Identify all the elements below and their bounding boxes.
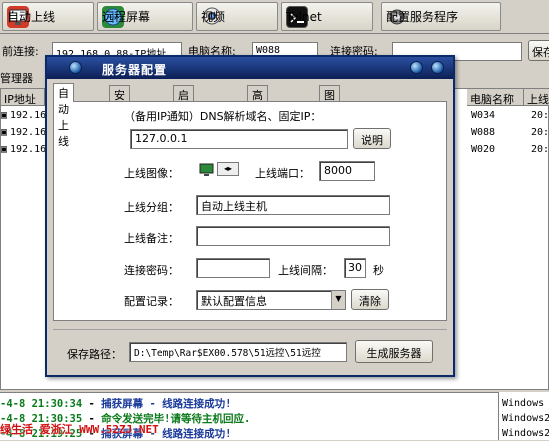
current-connection-label: 前连接: <box>2 45 39 58</box>
watermark: 绿生活 爱浙江 WWW.52ZJ.NET <box>0 423 159 436</box>
save-path-label: 保存路径： <box>67 348 122 361</box>
row-icon: ▣ <box>1 110 8 121</box>
row-icon: ▣ <box>1 127 8 138</box>
log-line: -4-8 21:30:34 - 捕获屏幕 - 线路连接成功! <box>0 398 232 410</box>
config-record-select[interactable]: 默认配置信息 ▼ <box>196 290 346 310</box>
dialog-footer: 保存路径： D:\Temp\Rar$EX00.578\51远控\51远控 生成服… <box>53 329 447 369</box>
dns-notice-label: （备用IP通知）DNS解析域名、固定IP： <box>124 110 322 123</box>
auto-online-button[interactable]: 自动上线 <box>2 2 94 31</box>
tab-startup[interactable]: 启动项目 <box>173 85 194 150</box>
remark-input[interactable] <box>196 226 390 246</box>
interval-unit: 秒 <box>373 264 384 277</box>
main-toolbar: 自动上线 远程屏幕 视频 Telnet 配置服务程序 <box>0 0 549 34</box>
remark-label: 上线备注： <box>124 232 179 245</box>
os-list: Windows X Windows20 Windows20 <box>498 392 549 440</box>
group-input[interactable]: 自动上线主机 <box>196 195 390 215</box>
config-server-button[interactable]: 配置服务程序 <box>381 2 501 31</box>
server-config-dialog: 服务器配置 自动上线 安装信息 启动项目 高级选项 图标 （备用IP通知）DNS… <box>45 55 455 377</box>
interval-label: 上线间隔： <box>278 264 333 277</box>
password-label: 连接密码： <box>124 264 179 277</box>
telnet-button[interactable]: Telnet <box>281 2 373 31</box>
col-pc-header[interactable]: 电脑名称 <box>467 89 524 106</box>
port-label: 上线端口： <box>255 167 310 180</box>
os-item: Windows20 <box>502 428 549 439</box>
password-input[interactable] <box>196 258 270 278</box>
port-input[interactable]: 8000 <box>319 161 375 181</box>
config-record-label: 配置记录： <box>124 295 179 308</box>
save-path-input[interactable]: D:\Temp\Rar$EX00.578\51远控\51远控 <box>129 342 347 362</box>
generate-server-button[interactable]: 生成服务器 <box>355 340 433 363</box>
interval-input[interactable]: 30 <box>344 258 366 278</box>
col-online-header[interactable]: 上线 <box>524 89 549 106</box>
orb-icon <box>410 61 423 74</box>
col-ip-header[interactable]: IP地址 <box>1 89 45 106</box>
manager-title: 管理器 <box>0 72 33 85</box>
explain-button[interactable]: 说明 <box>353 128 391 149</box>
tab-auto-online[interactable]: 自动上线 <box>53 83 74 148</box>
auto-online-panel: （备用IP通知）DNS解析域名、固定IP： 127.0.0.1 说明 上线图像：… <box>53 101 447 321</box>
clear-button[interactable]: 清除 <box>351 289 389 310</box>
chevron-down-icon[interactable]: ▼ <box>331 291 345 309</box>
dns-input[interactable]: 127.0.0.1 <box>130 129 348 149</box>
dialog-title: 服务器配置 <box>102 63 168 77</box>
os-item: Windows20 <box>502 413 549 424</box>
tab-advanced[interactable]: 高级选项 <box>247 85 268 150</box>
close-icon[interactable] <box>431 61 444 74</box>
save-button[interactable]: 保存 <box>528 40 549 61</box>
remote-screen-button[interactable]: 远程屏幕 <box>97 2 193 31</box>
os-item: Windows X <box>502 398 549 409</box>
dialog-title-bar[interactable]: 服务器配置 <box>47 57 453 79</box>
log-panel: -4-8 21:30:34 - 捕获屏幕 - 线路连接成功! -4-8 21:3… <box>0 392 498 440</box>
video-button[interactable]: 视频 <box>196 2 278 31</box>
orb-icon <box>69 61 82 74</box>
group-label: 上线分组： <box>124 201 179 214</box>
computer-icon[interactable] <box>199 162 215 181</box>
tab-install-info[interactable]: 安装信息 <box>109 85 130 150</box>
row-icon: ▣ <box>1 144 8 155</box>
image-label: 上线图像： <box>124 167 179 180</box>
image-spinner[interactable]: ◂▸ <box>217 162 239 176</box>
tab-icon[interactable]: 图标 <box>319 85 340 118</box>
